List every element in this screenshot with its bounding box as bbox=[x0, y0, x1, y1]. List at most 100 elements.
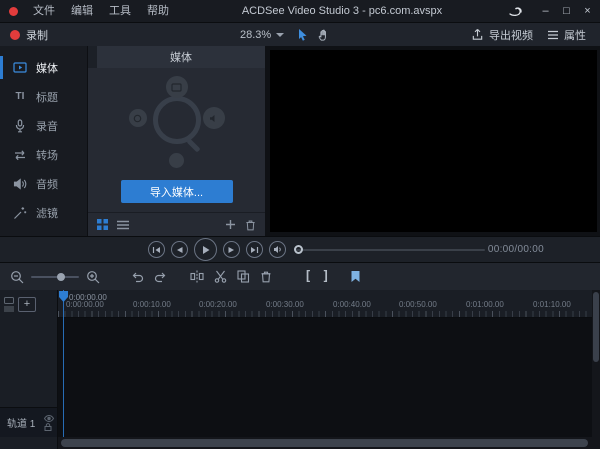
record-icon bbox=[10, 30, 20, 40]
audio-bubble-icon bbox=[203, 107, 225, 129]
app-icon bbox=[9, 7, 18, 16]
ruler-label: 0:00:00.00 bbox=[66, 300, 104, 309]
acdsee-logo-icon bbox=[507, 4, 525, 18]
dot-bubble-icon bbox=[169, 153, 184, 168]
cut-button[interactable] bbox=[214, 270, 227, 283]
mark-out-button[interactable]: ] bbox=[322, 269, 330, 284]
export-video-button[interactable]: 导出视频 bbox=[471, 27, 533, 43]
ruler-ticks bbox=[58, 311, 592, 317]
ruler-label: 0:01:10.00 bbox=[533, 300, 571, 309]
menu-help[interactable]: 帮助 bbox=[139, 0, 177, 22]
add-media-button[interactable] bbox=[225, 219, 236, 230]
undo-button[interactable] bbox=[130, 271, 144, 283]
seek-knob[interactable] bbox=[294, 245, 303, 254]
import-media-button[interactable]: 导入媒体... bbox=[121, 180, 233, 203]
magnifier-icon bbox=[153, 96, 201, 144]
mark-in-button[interactable]: [ bbox=[304, 269, 312, 284]
sidebar-item-label: 音频 bbox=[36, 176, 58, 192]
play-button[interactable] bbox=[194, 238, 217, 261]
add-marker-button[interactable] bbox=[350, 270, 361, 283]
track-header-column: + 轨道 1 bbox=[0, 290, 58, 437]
sidebar-item-label: 标题 bbox=[36, 89, 58, 105]
vertical-scrollbar-thumb[interactable] bbox=[593, 292, 599, 362]
ruler-label: 0:00:40.00 bbox=[333, 300, 371, 309]
filters-icon bbox=[13, 206, 27, 220]
media-library-empty-state: 导入媒体... bbox=[88, 68, 265, 212]
volume-button[interactable] bbox=[269, 241, 286, 258]
minimize-button[interactable]: – bbox=[535, 0, 556, 22]
add-track-button[interactable]: + bbox=[18, 297, 36, 312]
zoom-out-button[interactable] bbox=[10, 270, 24, 284]
sidebar-item-label: 录音 bbox=[36, 118, 58, 134]
horizontal-scrollbar[interactable] bbox=[0, 437, 600, 449]
transport-bar: 00:00/00:00 bbox=[0, 236, 600, 262]
close-button[interactable]: × bbox=[577, 0, 598, 22]
redo-button[interactable] bbox=[154, 271, 168, 283]
record-button[interactable]: 录制 bbox=[0, 27, 88, 43]
image-bubble-icon bbox=[129, 109, 147, 127]
pointer-tool-button[interactable] bbox=[296, 28, 309, 42]
timeline-ruler[interactable]: 0:00:00.00 0:00:00.00 0:00:10.00 0:00:20… bbox=[58, 290, 592, 318]
tab-media[interactable]: 媒体 bbox=[97, 46, 265, 68]
step-back-button[interactable] bbox=[171, 241, 188, 258]
microphone-icon bbox=[13, 119, 27, 133]
zoom-value: 28.3% bbox=[240, 29, 271, 41]
menubar: 文件 编辑 工具 帮助 bbox=[25, 0, 177, 22]
properties-icon bbox=[547, 29, 559, 41]
media-panel-footer bbox=[88, 212, 265, 236]
track-list-icons bbox=[4, 297, 14, 312]
delete-media-button[interactable] bbox=[245, 219, 256, 231]
speaker-icon bbox=[13, 178, 27, 190]
delete-button[interactable] bbox=[260, 270, 272, 283]
media-icon bbox=[13, 61, 27, 74]
ruler-label: 0:01:00.00 bbox=[466, 300, 504, 309]
track-visibility-icon[interactable] bbox=[44, 415, 54, 422]
track-lane[interactable] bbox=[58, 318, 592, 437]
zoom-in-button[interactable] bbox=[86, 270, 100, 284]
zoom-slider-thumb[interactable] bbox=[57, 273, 65, 281]
timeline-body: 0:00:00.00 0:00:00.00 0:00:10.00 0:00:20… bbox=[58, 290, 592, 437]
timeline-zoom-slider[interactable] bbox=[31, 276, 79, 278]
menu-tools[interactable]: 工具 bbox=[101, 0, 139, 22]
sidebar-item-label: 滤镜 bbox=[36, 205, 58, 221]
properties-label: 属性 bbox=[564, 27, 586, 43]
sidebar-item-label: 转场 bbox=[36, 147, 58, 163]
scrollbar-corner bbox=[0, 437, 58, 449]
menu-file[interactable]: 文件 bbox=[25, 0, 63, 22]
menu-edit[interactable]: 编辑 bbox=[63, 0, 101, 22]
export-label: 导出视频 bbox=[489, 27, 533, 43]
split-clip-button[interactable] bbox=[190, 270, 204, 283]
track-lock-icon[interactable] bbox=[44, 423, 54, 431]
sidebar: 媒体 TI 标题 录音 转场 音频 bbox=[0, 46, 88, 236]
preview-area bbox=[265, 46, 600, 236]
sidebar-item-transitions[interactable]: 转场 bbox=[0, 140, 87, 169]
maximize-button[interactable]: □ bbox=[556, 0, 577, 22]
sidebar-item-audio[interactable]: 音频 bbox=[0, 169, 87, 198]
media-panel: 媒体 导入媒体... bbox=[88, 46, 265, 236]
properties-button[interactable]: 属性 bbox=[547, 27, 586, 43]
sidebar-item-media[interactable]: 媒体 bbox=[0, 53, 87, 82]
list-view-button[interactable] bbox=[117, 220, 129, 230]
step-forward-button[interactable] bbox=[223, 241, 240, 258]
skip-start-button[interactable] bbox=[148, 241, 165, 258]
title-icon: TI bbox=[13, 91, 27, 102]
pan-tool-button[interactable] bbox=[317, 28, 330, 42]
seek-bar[interactable] bbox=[296, 249, 485, 251]
copy-button[interactable] bbox=[237, 270, 250, 283]
grid-view-button[interactable] bbox=[97, 219, 108, 230]
empty-library-illustration bbox=[119, 76, 235, 168]
playhead[interactable] bbox=[63, 290, 64, 437]
sidebar-item-record-audio[interactable]: 录音 bbox=[0, 111, 87, 140]
timeline-area: + 轨道 1 0:00:00.00 0:00:00.00 0:00: bbox=[0, 290, 600, 437]
skip-end-button[interactable] bbox=[246, 241, 263, 258]
sidebar-item-label: 媒体 bbox=[36, 60, 58, 76]
sidebar-item-titles[interactable]: TI 标题 bbox=[0, 82, 87, 111]
vertical-scrollbar[interactable] bbox=[592, 290, 600, 437]
export-icon bbox=[471, 28, 484, 41]
track-row-header[interactable]: 轨道 1 bbox=[0, 407, 57, 437]
ruler-label: 0:00:30.00 bbox=[266, 300, 304, 309]
ruler-label: 0:00:10.00 bbox=[133, 300, 171, 309]
zoom-select[interactable]: 28.3% bbox=[236, 27, 288, 43]
horizontal-scrollbar-thumb[interactable] bbox=[61, 439, 588, 447]
sidebar-item-filters[interactable]: 滤镜 bbox=[0, 198, 87, 227]
